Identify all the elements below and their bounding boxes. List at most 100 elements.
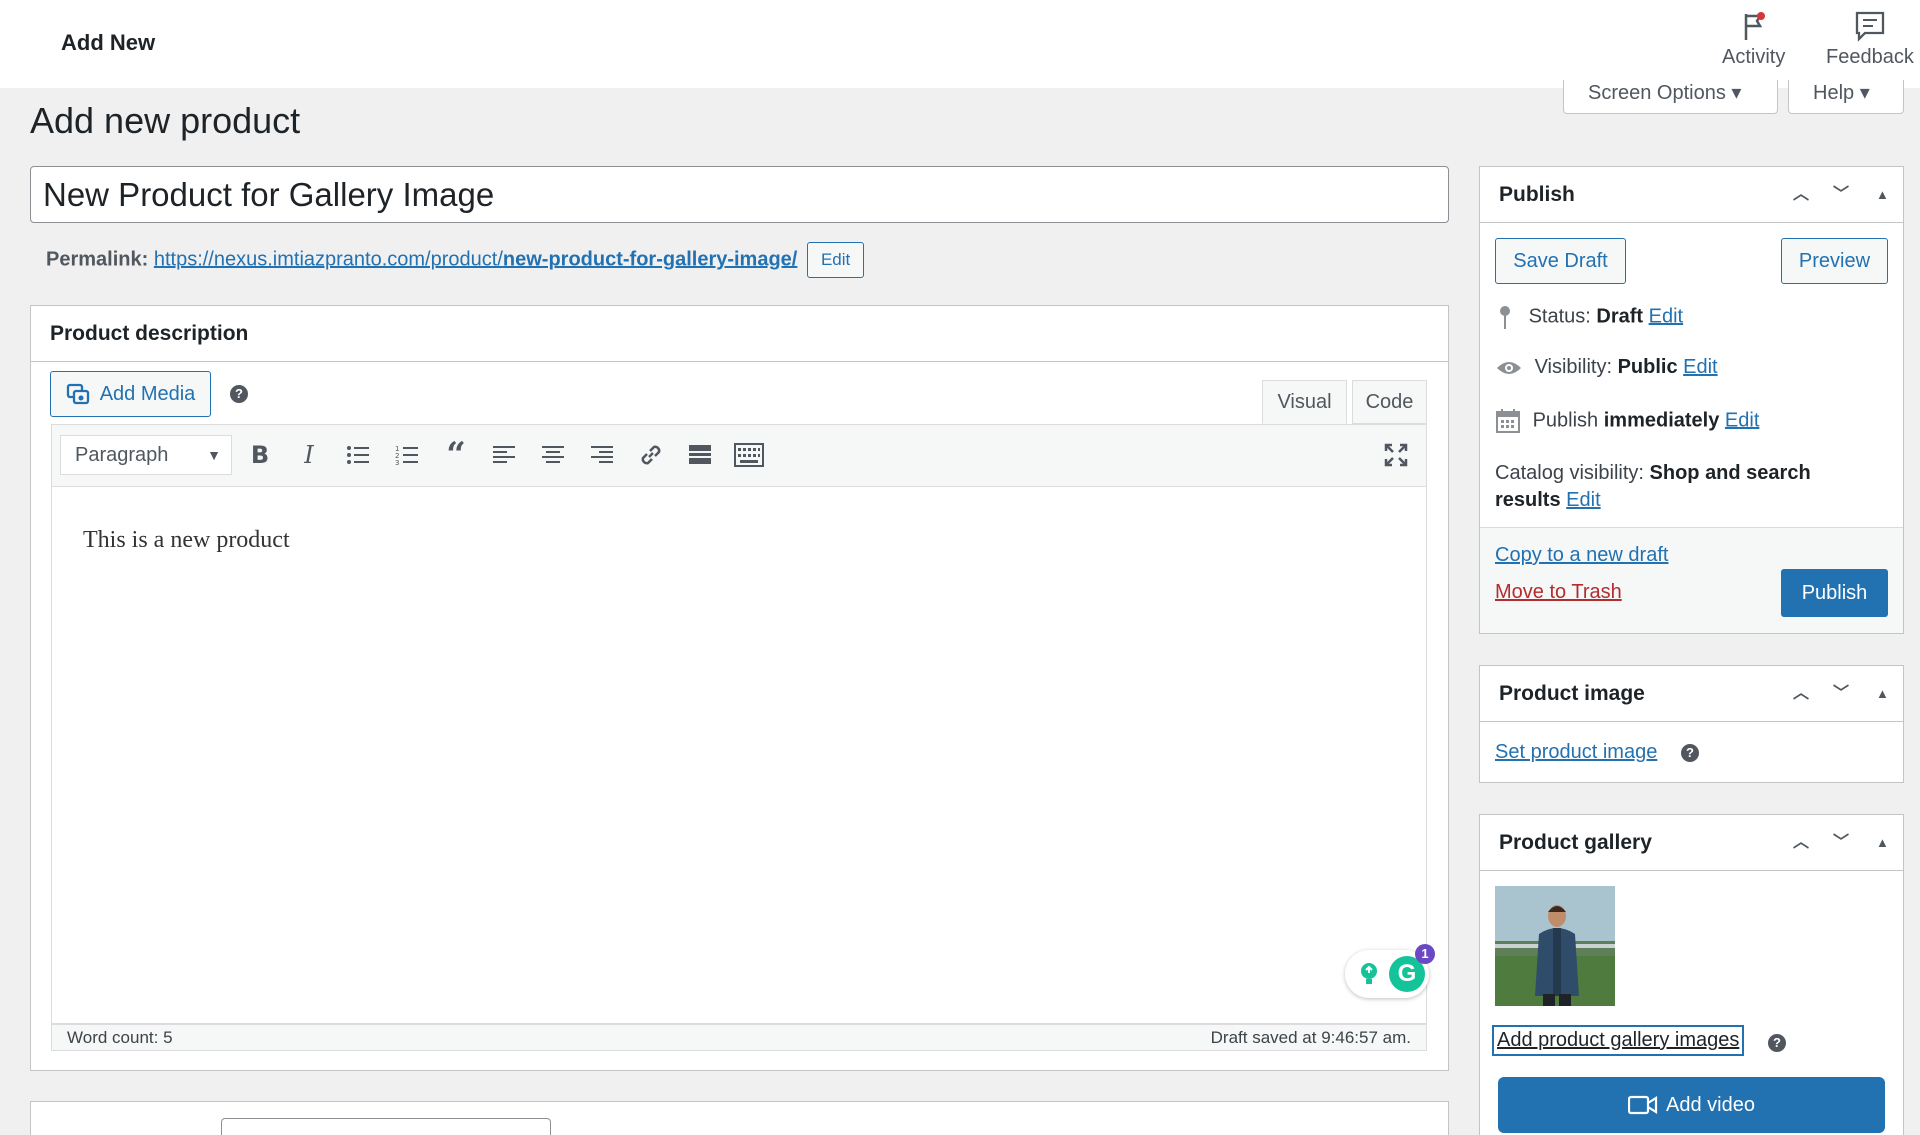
tab-visual[interactable]: Visual — [1262, 380, 1347, 424]
chevron-up-icon[interactable]: ︿ — [1793, 815, 1809, 871]
collapse-toggle-icon[interactable]: ▲ — [1876, 167, 1889, 223]
chevron-up-icon[interactable]: ︿ — [1793, 167, 1809, 223]
align-center-icon[interactable] — [537, 439, 569, 471]
toolbar-toggle-icon[interactable] — [733, 439, 765, 471]
status-label: Status: — [1528, 305, 1591, 328]
editor-status-bar: Word count: 5 Draft saved at 9:46:57 am. — [51, 1024, 1427, 1051]
visibility-edit-link[interactable]: Edit — [1683, 356, 1717, 378]
product-image-heading: Product image ︿ ﹀ ▲ — [1480, 666, 1903, 722]
publish-time-label: Publish — [1532, 409, 1599, 432]
publish-heading: Publish ︿ ﹀ ▲ — [1480, 167, 1903, 223]
screen-options-button[interactable]: Screen Options ▾ — [1563, 80, 1778, 114]
product-gallery-heading: Product gallery ︿ ﹀ ▲ — [1480, 815, 1903, 871]
align-right-icon[interactable] — [586, 439, 618, 471]
align-left-icon[interactable] — [488, 439, 520, 471]
editor-text[interactable]: This is a new product — [83, 527, 290, 554]
activity-button[interactable]: Activity — [1722, 10, 1785, 69]
product-image-box: Product image ︿ ﹀ ▲ — [1479, 665, 1904, 783]
eye-icon — [1497, 361, 1521, 374]
permalink-base: https://nexus.imtiazpranto.com/product/ — [153, 248, 503, 271]
publish-button[interactable]: Publish — [1781, 569, 1888, 617]
catalog-visibility-value-1: Shop and search — [1649, 462, 1811, 484]
publish-heading-label: Publish — [1499, 183, 1575, 206]
editor-content-area[interactable]: This is a new product G 1 — [51, 486, 1435, 1024]
link-icon[interactable] — [635, 439, 667, 471]
chevron-down-icon[interactable]: ﹀ — [1833, 167, 1849, 223]
catalog-visibility-label: Catalog visibility: — [1495, 462, 1644, 484]
publish-time-value: immediately — [1603, 409, 1720, 432]
catalog-visibility-value-2: results — [1495, 489, 1561, 511]
chevron-down-icon: ▼ — [207, 447, 221, 463]
pin-icon — [1500, 306, 1510, 329]
chevron-down-icon[interactable]: ﹀ — [1833, 666, 1849, 722]
top-bar: Add New Activity Feedback — [0, 0, 1920, 88]
flag-icon — [1744, 12, 1765, 40]
chevron-up-icon[interactable]: ︿ — [1793, 666, 1809, 722]
bullet-list-icon[interactable] — [342, 439, 374, 471]
gallery-image-thumbnail[interactable] — [1495, 886, 1615, 1006]
permalink-edit-button[interactable]: Edit — [806, 242, 865, 278]
gallery-help-icon[interactable]: ? — [1768, 1034, 1786, 1052]
feedback-icon — [1855, 11, 1885, 42]
collapse-toggle-icon[interactable]: ▲ — [1876, 815, 1889, 871]
add-media-icon — [66, 383, 89, 405]
svg-text:3: 3 — [395, 459, 399, 466]
catalog-visibility-edit-link[interactable]: Edit — [1566, 489, 1600, 511]
product-image-help-icon[interactable]: ? — [1681, 744, 1699, 762]
permalink-url[interactable]: https://nexus.imtiazpranto.com/product/n… — [154, 248, 798, 270]
help-button[interactable]: Help ▾ — [1788, 80, 1904, 114]
draft-saved-status: Draft saved at 9:46:57 am. — [1210, 1028, 1411, 1047]
status-value: Draft — [1596, 305, 1644, 328]
product-title-input[interactable]: New Product for Gallery Image — [30, 166, 1449, 223]
page-title: Add new product — [30, 100, 301, 141]
format-select[interactable]: Paragraph ▼ — [60, 435, 232, 475]
blockquote-icon[interactable]: “ — [440, 435, 472, 475]
product-data-box — [30, 1101, 1449, 1135]
product-type-select[interactable] — [221, 1118, 551, 1135]
status-row: Status: Draft Edit — [1495, 304, 1683, 330]
bold-icon[interactable]: B — [244, 439, 276, 471]
add-media-help-icon[interactable]: ? — [230, 385, 248, 403]
copy-to-draft-link[interactable]: Copy to a new draft — [1495, 544, 1668, 567]
set-product-image-link[interactable]: Set product image — [1495, 741, 1657, 764]
numbered-list-icon[interactable]: 123 — [391, 439, 423, 471]
feedback-button[interactable]: Feedback — [1826, 10, 1914, 69]
feedback-label: Feedback — [1826, 46, 1914, 68]
chevron-down-icon[interactable]: ﹀ — [1833, 815, 1849, 871]
add-gallery-images-link[interactable]: Add product gallery images — [1491, 1025, 1745, 1056]
grammarly-widget[interactable]: G 1 — [1345, 944, 1435, 998]
video-camera-icon — [1628, 1095, 1658, 1115]
product-image-heading-label: Product image — [1499, 682, 1645, 705]
fullscreen-icon[interactable] — [1380, 439, 1412, 471]
grammarly-badge: 1 — [1415, 944, 1435, 964]
catalog-visibility-row: Catalog visibility: Shop and search resu… — [1495, 460, 1885, 514]
permalink-label: Permalink: — [46, 248, 149, 271]
move-to-trash-link[interactable]: Move to Trash — [1495, 581, 1622, 604]
permalink-row: Permalink: https://nexus.imtiazpranto.co… — [46, 242, 865, 278]
product-gallery-heading-label: Product gallery — [1499, 831, 1652, 854]
add-video-button[interactable]: Add video — [1498, 1077, 1885, 1133]
visibility-value: Public — [1617, 356, 1678, 378]
format-select-value: Paragraph — [75, 444, 169, 466]
italic-icon[interactable]: I — [293, 439, 325, 471]
product-description-heading: Product description — [31, 306, 1448, 362]
preview-button[interactable]: Preview — [1781, 238, 1888, 284]
visibility-row: Visibility: Public Edit — [1495, 356, 1718, 379]
collapse-toggle-icon[interactable]: ▲ — [1876, 666, 1889, 722]
publish-time-row: Publish immediately Edit — [1495, 408, 1759, 434]
save-draft-button[interactable]: Save Draft — [1495, 238, 1626, 284]
editor-toolbar: Paragraph ▼ B I 123 “ — [51, 424, 1427, 486]
lightbulb-icon — [1361, 963, 1377, 984]
gallery-photo — [1495, 886, 1615, 1006]
permalink-slug: new-product-for-gallery-image/ — [502, 248, 798, 271]
publish-time-edit-link[interactable]: Edit — [1725, 409, 1759, 431]
word-count: Word count: 5 — [67, 1028, 173, 1047]
add-media-button[interactable]: Add Media — [50, 371, 211, 417]
visibility-label: Visibility: — [1534, 356, 1612, 378]
add-media-label: Add Media — [99, 382, 196, 405]
read-more-icon[interactable] — [684, 439, 716, 471]
status-edit-link[interactable]: Edit — [1649, 305, 1683, 327]
calendar-icon — [1496, 409, 1520, 433]
breadcrumb: Add New — [61, 30, 156, 55]
tab-code[interactable]: Code — [1352, 380, 1427, 424]
